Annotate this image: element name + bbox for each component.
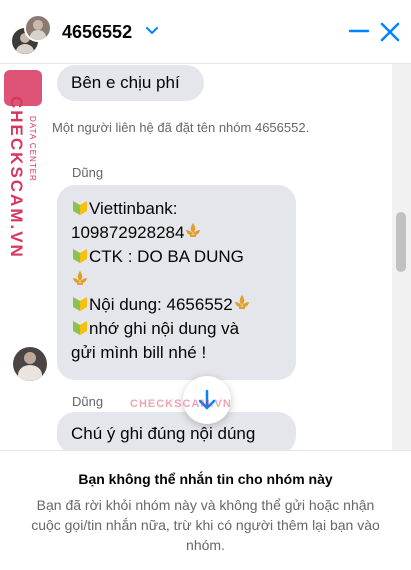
message-thread[interactable]: Bên e chịu phí Một người liên hệ đã đặt … — [0, 64, 411, 450]
avatar[interactable] — [13, 347, 47, 381]
message-text: Bên e chịu phí — [71, 73, 180, 92]
message-line: Nội dung: 4656552 — [71, 293, 282, 317]
close-icon[interactable] — [378, 20, 402, 44]
notice-description: Bạn đã rời khỏi nhóm này và không thể gử… — [31, 497, 380, 553]
thread-scrollbar[interactable] — [392, 64, 411, 450]
beginner-leaf-icon — [73, 201, 87, 215]
message-line: gửi mình bill nhé ! — [71, 343, 207, 362]
sender-name: Dũng — [72, 165, 104, 180]
chat-title[interactable]: 4656552 — [62, 22, 132, 43]
notice-title: Bạn không thể nhắn tin cho nhóm này — [78, 471, 333, 487]
member-avatar — [24, 14, 52, 42]
chat-header: 4656552 — [0, 0, 411, 64]
message-line: nhớ ghi nội dung và — [71, 317, 282, 341]
watermark-subtext: DATA CENTER — [28, 116, 37, 182]
message-line — [71, 269, 282, 293]
message-text: Chú ý ghi đúng nội dúng — [71, 424, 256, 443]
scrollbar-thumb[interactable] — [396, 212, 406, 272]
group-avatar[interactable] — [10, 14, 52, 56]
message-bubble[interactable]: Bên e chịu phí — [57, 65, 204, 101]
watermark-text: CHECKSCAM.VN — [7, 96, 26, 259]
sender-name: Dũng — [72, 394, 104, 409]
fleur-de-lis-icon — [234, 295, 249, 309]
fleur-de-lis-icon — [73, 271, 87, 285]
beginner-leaf-icon — [73, 321, 87, 335]
message-line: 109872928284 — [71, 221, 282, 245]
fleur-de-lis-icon — [186, 223, 201, 237]
minimize-icon[interactable] — [348, 20, 370, 42]
beginner-leaf-icon — [73, 297, 87, 311]
message-line: CTK : DO BA DUNG — [71, 245, 282, 269]
message-bubble[interactable]: Chú ý ghi đúng nội dúng — [57, 412, 296, 450]
chevron-down-icon[interactable] — [145, 24, 159, 38]
watermark-side: CHECKSCAM.VN DATA CENTER — [0, 66, 46, 259]
message-line: Viettinbank: — [71, 197, 282, 221]
beginner-leaf-icon — [73, 249, 87, 263]
message-bubble[interactable]: Viettinbank: 109872928284 CTK : DO BA DU… — [57, 185, 296, 380]
cannot-message-notice: Bạn không thể nhắn tin cho nhóm này Bạn … — [0, 450, 411, 570]
watermark-center: CHECKSCAM.VN — [130, 398, 232, 410]
system-message: Một người liên hệ đã đặt tên nhóm 465655… — [52, 120, 310, 135]
